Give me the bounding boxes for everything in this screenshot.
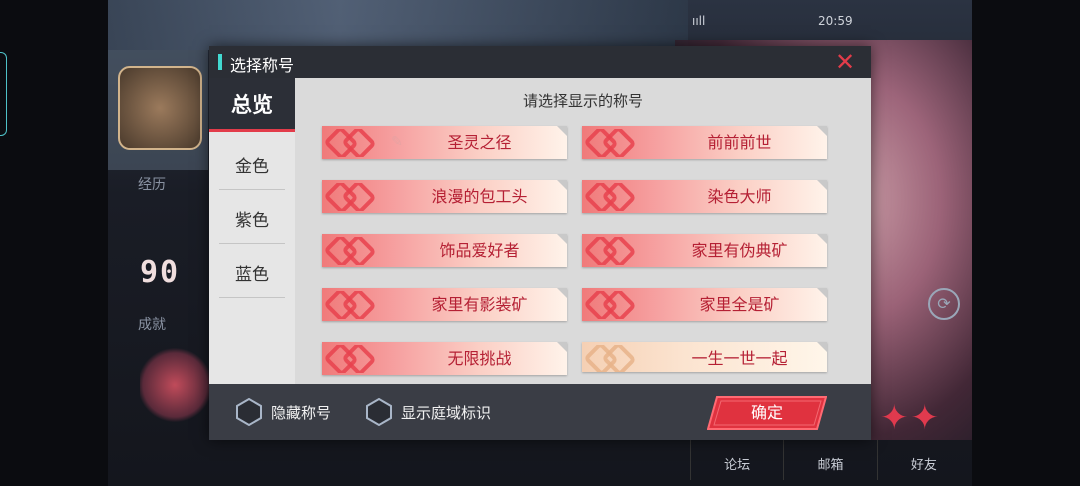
hexagon-radio-icon — [236, 398, 262, 426]
hexagon-radio-icon — [366, 398, 392, 426]
title-name: 染色大师 — [707, 187, 772, 206]
title-card[interactable]: 前前前世 — [582, 126, 827, 159]
title-card[interactable]: 染色大师 — [582, 180, 827, 213]
category-sidebar: 总览 金色 紫色 蓝色 — [209, 78, 295, 384]
confirm-button[interactable]: 确定 — [706, 396, 828, 430]
title-name: 无限挑战 — [447, 349, 512, 368]
dialog-titlebar: 选择称号 ✕ — [209, 46, 871, 78]
corner-mark — [817, 234, 827, 244]
hide-title-label: 隐藏称号 — [271, 404, 332, 422]
chain-link-icon — [325, 291, 375, 319]
title-card[interactable]: ✎ 圣灵之径 — [322, 126, 567, 159]
chain-link-icon — [585, 237, 635, 265]
title-accent-bar — [218, 54, 222, 70]
signal-indicator: ııll — [692, 14, 706, 28]
nav-mailbox[interactable]: 邮箱 — [783, 440, 876, 480]
nav-forum[interactable]: 论坛 — [690, 440, 783, 480]
achievement-label: 成就 — [138, 317, 166, 333]
corner-mark — [557, 180, 567, 190]
tab-blue[interactable]: 蓝色 — [209, 252, 295, 298]
corner-mark — [557, 342, 567, 352]
avatar — [118, 66, 202, 150]
title-list-area: 请选择显示的称号 ✎ 圣灵之径 前前前世 浪漫的包工头 染色大师 饰品爱好者 家里有伪典矿家… — [295, 78, 871, 384]
corner-mark — [817, 126, 827, 136]
title-card[interactable]: 饰品爱好者 — [322, 234, 567, 267]
close-icon[interactable]: ✕ — [833, 50, 857, 74]
corner-mark — [817, 342, 827, 352]
status-time: 20:59 — [818, 14, 853, 28]
title-name: 饰品爱好者 — [439, 241, 520, 260]
title-name: 一生一世一起 — [691, 349, 788, 368]
chain-link-icon — [325, 237, 375, 265]
tab-gold[interactable]: 金色 — [209, 144, 295, 190]
title-card[interactable]: 无限挑战 — [322, 342, 567, 375]
corner-mark — [817, 288, 827, 298]
title-card[interactable]: 家里有伪典矿 — [582, 234, 827, 267]
dialog-title: 选择称号 — [230, 56, 295, 75]
refresh-icon[interactable]: ⟳ — [928, 288, 960, 320]
title-name: 前前前世 — [707, 133, 772, 152]
select-title-dialog: 选择称号 ✕ 总览 金色 紫色 蓝色 请选择显示的称号 ✎ 圣灵之径 前前前世浪漫的… — [209, 46, 871, 440]
chain-link-icon — [585, 129, 635, 157]
chain-link-icon — [585, 345, 635, 372]
star-rating-icon: ✦✦ — [880, 398, 941, 438]
title-name: 浪漫的包工头 — [431, 187, 528, 206]
title-name: 家里有影装矿 — [431, 295, 528, 314]
select-prompt: 请选择显示的称号 — [522, 92, 643, 110]
tab-overview[interactable]: 总览 — [209, 78, 295, 132]
title-card[interactable]: 家里全是矿 — [582, 288, 827, 321]
chain-link-icon — [585, 183, 635, 211]
title-name: 家里有伪典矿 — [691, 241, 788, 260]
achievement-emblem — [140, 345, 210, 425]
corner-mark — [557, 234, 567, 244]
experience-label: 经历 — [138, 177, 166, 193]
dialog-footer: 隐藏称号 显示庭域标识 确定 — [209, 384, 871, 440]
corner-mark — [557, 288, 567, 298]
divider — [219, 243, 285, 244]
confirm-label: 确定 — [750, 403, 783, 422]
corner-mark — [557, 126, 567, 136]
show-domain-label: 显示庭域标识 — [401, 404, 492, 422]
chain-link-icon — [325, 183, 375, 211]
divider — [219, 189, 285, 190]
background-top-art — [108, 0, 688, 50]
title-name: 圣灵之径 — [447, 133, 512, 152]
nav-friends[interactable]: 好友 — [876, 440, 970, 480]
tab-purple[interactable]: 紫色 — [209, 198, 295, 244]
title-card[interactable]: 浪漫的包工头 — [322, 180, 567, 213]
title-name: 家里全是矿 — [699, 295, 780, 314]
divider — [219, 297, 285, 298]
title-card[interactable]: 家里有影装矿 — [322, 288, 567, 321]
side-drawer-tab[interactable] — [0, 52, 7, 136]
bottom-nav: 论坛 邮箱 好友 — [690, 440, 970, 480]
chain-link-icon — [585, 291, 635, 319]
chain-link-icon — [325, 345, 375, 373]
corner-mark — [817, 180, 827, 190]
title-card[interactable]: 一生一世一起 — [582, 342, 827, 372]
stat-value: 90 — [140, 255, 181, 290]
